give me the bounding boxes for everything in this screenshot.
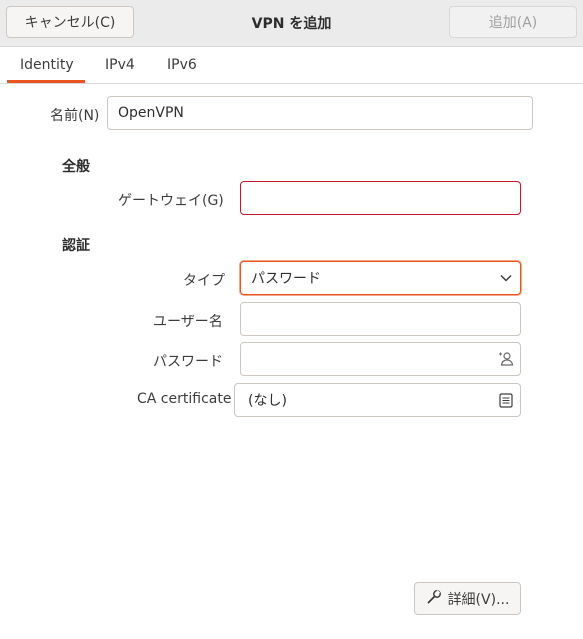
ca-certificate-value: (なし): [248, 393, 287, 409]
advanced-button[interactable]: 詳細(V)...: [414, 582, 521, 615]
wrench-icon: [426, 589, 442, 609]
advanced-label: 詳細(V)...: [447, 591, 510, 608]
tab-ipv4[interactable]: IPv4: [105, 57, 135, 73]
add-button[interactable]: 追加(A): [449, 6, 577, 38]
password-label: パスワード: [153, 354, 223, 370]
user-password-icon[interactable]: [492, 351, 520, 367]
gateway-label: ゲートウェイ(G): [118, 193, 224, 209]
name-input[interactable]: OpenVPN: [107, 96, 533, 130]
type-select[interactable]: パスワード: [240, 261, 521, 295]
tab-identity[interactable]: Identity: [20, 57, 74, 73]
type-label: タイプ: [183, 273, 225, 289]
ca-certificate-label: CA certificate: [137, 391, 232, 407]
general-section-title: 全般: [62, 159, 90, 175]
active-tab-indicator: [7, 80, 85, 83]
name-value: OpenVPN: [118, 105, 184, 121]
type-value: パスワード: [251, 271, 321, 287]
name-label: 名前(N): [50, 108, 100, 124]
auth-section-title: 認証: [62, 238, 90, 254]
chevron-down-icon: [492, 274, 520, 282]
header-bar: キャンセル(C) VPN を追加 追加(A): [0, 0, 583, 47]
username-input[interactable]: [240, 302, 521, 336]
gateway-input[interactable]: [240, 181, 521, 215]
username-label: ユーザー名: [153, 314, 223, 330]
ca-certificate-chooser[interactable]: (なし): [234, 383, 521, 417]
tab-bar: Identity IPv4 IPv6: [0, 47, 583, 84]
document-icon: [492, 392, 520, 408]
password-input[interactable]: [240, 342, 521, 376]
tab-ipv6[interactable]: IPv6: [167, 57, 197, 73]
